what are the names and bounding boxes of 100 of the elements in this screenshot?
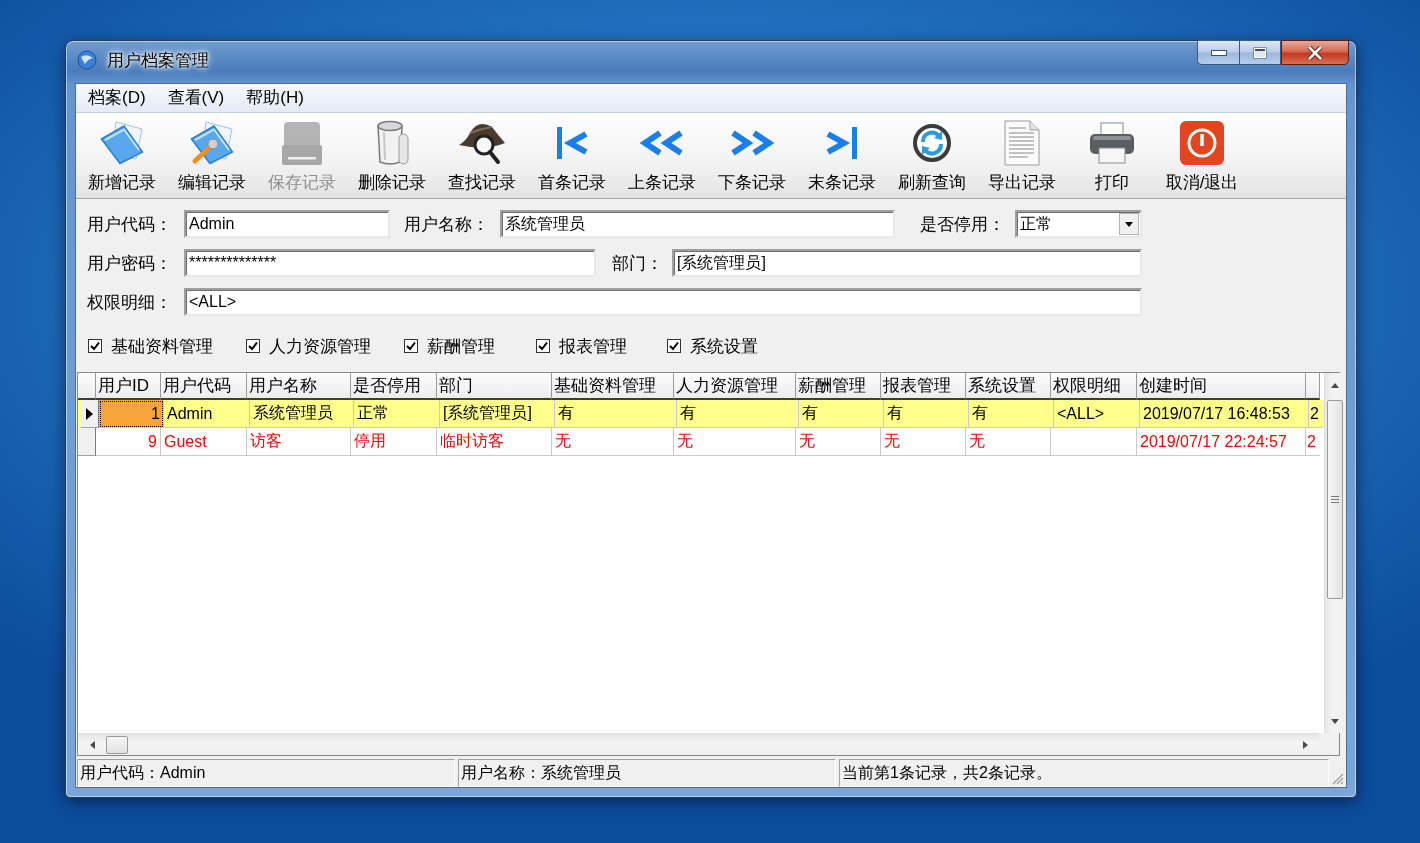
status-panel: 用户代码：Admin: [77, 759, 455, 787]
department-field[interactable]: [系统管理员]: [672, 249, 1142, 277]
status-dropdown[interactable]: 正常: [1015, 210, 1142, 238]
user-name-field[interactable]: 系统管理员: [500, 210, 895, 238]
checkbox[interactable]: [246, 339, 260, 353]
password-field[interactable]: **************: [184, 249, 596, 277]
checkbox[interactable]: [536, 339, 550, 353]
column-header[interactable]: [1306, 373, 1320, 400]
printer-icon: [1089, 122, 1135, 164]
scroll-left-arrow-icon[interactable]: [89, 740, 95, 749]
toolbar-button[interactable]: 查找记录: [437, 114, 527, 198]
trash-can-icon: [375, 120, 409, 166]
checkbox-label[interactable]: 人力资源管理: [269, 334, 371, 358]
table-cell: 2: [1306, 428, 1320, 456]
drive-icon: [282, 121, 322, 165]
table-row[interactable]: 1 Admin 系统管理员 正常 [系统管理员] 有 有 有 有 有 <ALL> 2019/07/17 16:48:53 2: [78, 400, 1324, 428]
permissions-field[interactable]: <ALL>: [184, 288, 1142, 316]
field-label: 用户密码：: [87, 252, 173, 275]
horizontal-scrollbar[interactable]: [78, 733, 1319, 755]
status-panel: 用户名称：系统管理员: [458, 759, 836, 787]
field-label: 部门：: [612, 252, 664, 275]
maximize-button[interactable]: [1239, 40, 1281, 65]
column-header[interactable]: 创建时间: [1137, 373, 1306, 400]
toolbar-button[interactable]: 下条记录: [707, 114, 797, 198]
table-cell: 9: [96, 428, 161, 456]
column-header[interactable]: 基础资料管理: [552, 373, 674, 400]
table-cell: 2019/07/17 22:24:57: [1137, 428, 1306, 456]
row-selector[interactable]: [81, 400, 99, 428]
double-chevron-left-icon: [639, 130, 685, 156]
field-label: 是否停用：: [920, 213, 1006, 236]
checkbox-label[interactable]: 报表管理: [559, 334, 627, 358]
toolbar-button[interactable]: 末条记录: [797, 114, 887, 198]
table-cell: 无: [552, 428, 674, 456]
scrollbar-thumb[interactable]: [1326, 400, 1343, 599]
menu-item[interactable]: 查看(V): [156, 85, 236, 111]
toolbar-button[interactable]: 首条记录: [527, 114, 617, 198]
scroll-up-arrow-icon[interactable]: [1330, 382, 1339, 388]
checkbox-label[interactable]: 系统设置: [690, 334, 758, 358]
globe-icon: [77, 50, 97, 70]
field-label: 权限明细：: [87, 291, 173, 314]
toolbar-button[interactable]: 删除记录: [347, 114, 437, 198]
table-cell: Guest: [161, 428, 247, 456]
chevron-bar-right-icon: [826, 126, 858, 160]
scrollbar-thumb[interactable]: [106, 735, 128, 754]
column-header[interactable]: 权限明细: [1051, 373, 1137, 400]
column-header[interactable]: 报表管理: [881, 373, 966, 400]
toolbar-button[interactable]: 编辑记录: [167, 114, 257, 198]
status-panel: 当前第1条记录，共2条记录。: [839, 759, 1329, 787]
checkbox-label[interactable]: 薪酬管理: [427, 334, 495, 358]
table-cell: 无: [796, 428, 881, 456]
row-pointer-icon: [86, 407, 93, 420]
header-corner-cell: [78, 373, 96, 400]
toolbar-button[interactable]: 上条记录: [617, 114, 707, 198]
toolbar-button[interactable]: 取消/退出: [1157, 114, 1247, 198]
grip-icon: [1330, 496, 1339, 503]
checkbox[interactable]: [667, 339, 681, 353]
table-cell: 无: [966, 428, 1051, 456]
checkbox-label[interactable]: 基础资料管理: [111, 334, 213, 358]
table-cell: 临时访客: [437, 428, 552, 456]
power-icon: [1180, 121, 1224, 165]
field-label: 用户代码：: [87, 213, 173, 236]
maximize-icon: [1253, 46, 1267, 59]
table-cell: 停用: [351, 428, 437, 456]
column-header[interactable]: 部门: [437, 373, 552, 400]
vertical-scrollbar[interactable]: [1324, 373, 1344, 733]
checkbox[interactable]: [88, 339, 102, 353]
column-header[interactable]: 薪酬管理: [796, 373, 881, 400]
document-icon: [1004, 120, 1040, 166]
minimize-icon: [1210, 49, 1227, 56]
window-title: 用户档案管理: [107, 50, 209, 72]
scroll-down-arrow-icon[interactable]: [1330, 718, 1339, 724]
chevron-bar-left-icon: [556, 126, 588, 160]
minimize-button[interactable]: [1197, 40, 1239, 65]
field-label: 用户名称：: [404, 213, 490, 236]
menu-item[interactable]: 档案(D): [77, 85, 157, 111]
refresh-icon: [912, 123, 952, 163]
table-cell: 无: [674, 428, 796, 456]
column-header[interactable]: 用户ID: [96, 373, 161, 400]
folder-wrench-icon: [190, 121, 234, 165]
toolbar-button[interactable]: 刷新查询: [887, 114, 977, 198]
checkbox[interactable]: [404, 339, 418, 353]
column-header[interactable]: 系统设置: [966, 373, 1051, 400]
table-cell: 无: [881, 428, 966, 456]
column-header[interactable]: 用户代码: [161, 373, 247, 400]
resize-grip-icon[interactable]: [1332, 773, 1344, 785]
toolbar-button[interactable]: 导出记录: [977, 114, 1067, 198]
table-cell: 访客: [247, 428, 351, 456]
column-header[interactable]: 人力资源管理: [674, 373, 796, 400]
close-button[interactable]: [1281, 40, 1349, 65]
column-header[interactable]: 用户名称: [247, 373, 351, 400]
column-header[interactable]: 是否停用: [351, 373, 437, 400]
hat-magnifier-icon: [458, 121, 506, 165]
close-icon: [1307, 45, 1323, 60]
scroll-right-arrow-icon[interactable]: [1302, 740, 1308, 749]
toolbar-button[interactable]: 打印: [1067, 114, 1157, 198]
toolbar-button[interactable]: 新增记录: [77, 114, 167, 198]
double-chevron-right-icon: [729, 130, 775, 156]
menu-item[interactable]: 帮助(H): [235, 85, 315, 111]
user-code-field[interactable]: Admin: [184, 210, 390, 238]
folder-icon: [100, 121, 144, 165]
